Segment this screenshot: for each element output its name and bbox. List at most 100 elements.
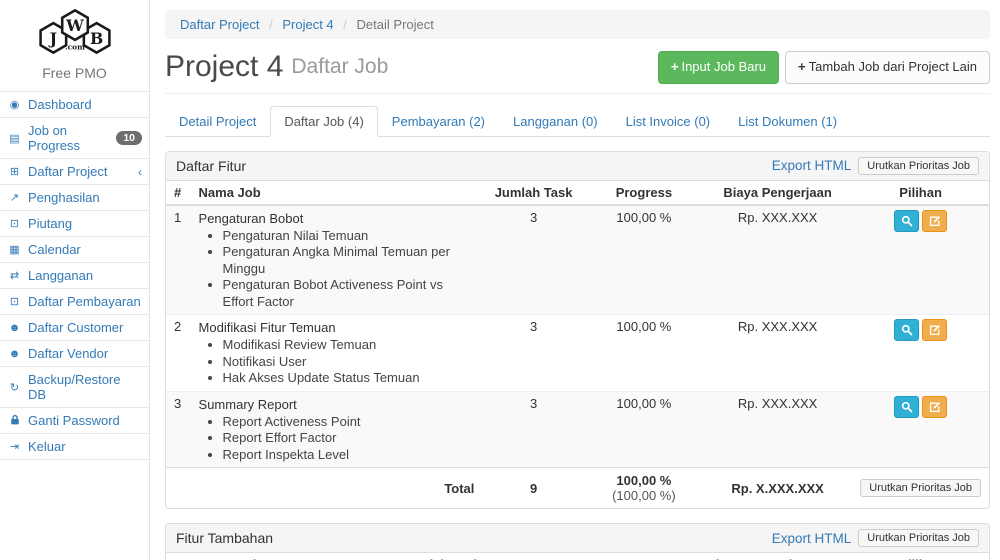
sidebar: W J B .com Free PMO ◉ Dashboard ▤ Job on… [0,0,150,560]
table-row: 1 Pengaturan Bobot Pengaturan Nilai Temu… [166,205,989,315]
users-icon: ☻ [7,348,22,360]
task-count: 3 [482,315,584,392]
subtask-item: Pengaturan Angka Minimal Temuan per Ming… [223,244,475,277]
subtask-list: Pengaturan Nilai Temuan Pengaturan Angka… [223,228,475,311]
job-name: Summary Report [199,396,475,413]
chevron-left-icon: ‹ [138,165,142,179]
view-job-button[interactable] [894,210,919,232]
progress-value: 100,00 % [585,205,703,315]
sidebar-item-dashboard[interactable]: ◉ Dashboard [0,92,149,118]
subtask-list: Modifikasi Review Temuan Notifikasi User… [223,337,475,387]
export-html-link[interactable]: Export HTML [772,531,852,546]
page-subtitle: Daftar Job [291,55,388,79]
edit-job-button[interactable] [922,396,947,418]
total-progress: 100,00 % [616,473,671,488]
panel-heading: Daftar Fitur Export HTML Urutkan Priorit… [166,152,989,181]
daftar-fitur-table: # Nama Job Jumlah Task Progress Biaya Pe… [166,181,989,509]
project-tabs: Detail Project Daftar Job (4) Pembayaran… [165,106,990,137]
svg-text:.com: .com [65,43,85,52]
tab-list-dokumen[interactable]: List Dokumen (1) [724,106,851,137]
page-header: Project 4 Daftar Job +Input Job Baru +Ta… [165,51,990,94]
breadcrumb-daftar-project[interactable]: Daftar Project [180,17,259,32]
main-content: Daftar Project / Project 4 / Detail Proj… [150,0,1000,560]
sidebar-item-label: Daftar Pembayaran [28,294,141,309]
breadcrumb-separator: / [269,17,273,32]
tab-langganan[interactable]: Langganan (0) [499,106,612,137]
svg-text:J: J [47,29,56,48]
urutkan-prioritas-job-button[interactable]: Urutkan Prioritas Job [858,529,979,547]
col-jumlah-task: Jumlah Task [390,553,494,560]
breadcrumb-project-4[interactable]: Project 4 [282,17,333,32]
cost-value: Rp. XXX.XXX [703,315,852,392]
sidebar-item-penghasilan[interactable]: ↗ Penghasilan [0,185,149,211]
sidebar-item-piutang[interactable]: ⊡ Piutang [0,211,149,237]
urutkan-prioritas-job-button[interactable]: Urutkan Prioritas Job [858,157,979,175]
tambah-job-dari-project-lain-button[interactable]: +Tambah Job dari Project Lain [785,51,990,84]
col-biaya-pengerjaan: Biaya Pengerjaan [669,553,852,560]
col-pilihan: Pilihan [852,553,989,560]
tab-pembayaran[interactable]: Pembayaran (2) [378,106,499,137]
sidebar-item-langganan[interactable]: ⇄ Langganan [0,263,149,289]
progress-value: 100,00 % [585,391,703,468]
svg-text:W: W [65,16,84,35]
calendar-icon: ▦ [7,243,22,256]
sidebar-item-label: Calendar [28,242,81,257]
fitur-tambahan-table: # Nama Job Jumlah Task Progress Biaya Pe… [166,553,989,560]
col-nama-job: Nama Job [191,181,483,205]
sidebar-item-job-on-progress[interactable]: ▤ Job on Progress 10 [0,118,149,159]
col-nama-job: Nama Job [191,553,390,560]
urutkan-prioritas-job-button[interactable]: Urutkan Prioritas Job [860,479,981,497]
sidebar-menu: ◉ Dashboard ▤ Job on Progress 10 ⊞ Dafta… [0,91,149,460]
sidebar-item-daftar-pembayaran[interactable]: ⊡ Daftar Pembayaran [0,289,149,315]
refresh-icon: ↻ [7,381,22,394]
app-logo[interactable]: W J B .com [0,0,149,61]
tab-list-invoice[interactable]: List Invoice (0) [612,106,725,137]
tab-daftar-job[interactable]: Daftar Job (4) [270,106,377,137]
export-html-link[interactable]: Export HTML [772,158,852,173]
sidebar-item-ganti-password[interactable]: Ganti Password [0,408,149,434]
sidebar-item-label: Penghasilan [28,190,100,205]
sidebar-item-backup-restore-db[interactable]: ↻ Backup/Restore DB [0,367,149,408]
edit-icon [929,401,941,413]
table-row: 2 Modifikasi Fitur Temuan Modifikasi Rev… [166,315,989,392]
panel-heading: Fitur Tambahan Export HTML Urutkan Prior… [166,524,989,553]
panel-fitur-tambahan: Fitur Tambahan Export HTML Urutkan Prior… [165,523,990,560]
sidebar-item-keluar[interactable]: ⇥ Keluar [0,434,149,460]
edit-job-button[interactable] [922,210,947,232]
col-number: # [166,181,191,205]
col-progress: Progress [494,553,669,560]
sidebar-item-daftar-vendor[interactable]: ☻ Daftar Vendor [0,341,149,367]
total-progress-overall: (100,00 %) [612,488,676,503]
subtask-item: Report Effort Factor [223,430,475,447]
brand-name: Free PMO [0,65,149,81]
sidebar-item-label: Job on Progress [28,123,110,153]
task-count: 3 [482,205,584,315]
view-job-button[interactable] [894,319,919,341]
col-jumlah-task: Jumlah Task [482,181,584,205]
sidebar-item-daftar-project[interactable]: ⊞ Daftar Project ‹ [0,159,149,185]
table-total-row: Total 9 100,00 % (100,00 %) Rp. X.XXX.XX… [166,468,989,509]
sidebar-item-daftar-customer[interactable]: ☻ Daftar Customer [0,315,149,341]
breadcrumb: Daftar Project / Project 4 / Detail Proj… [165,10,990,39]
breadcrumb-current: Detail Project [357,17,434,32]
subtask-item: Hak Akses Update Status Temuan [223,370,475,387]
tab-detail-project[interactable]: Detail Project [165,106,270,137]
job-name: Modifikasi Fitur Temuan [199,319,475,336]
table-row: 3 Summary Report Report Activeness Point… [166,391,989,468]
sign-out-icon: ⇥ [7,440,22,453]
money-icon: ⊡ [7,217,22,230]
sidebar-item-calendar[interactable]: ▦ Calendar [0,237,149,263]
progress-value: 100,00 % [585,315,703,392]
page-title: Project 4 [165,52,283,82]
sidebar-item-label: Backup/Restore DB [28,372,142,402]
edit-job-button[interactable] [922,319,947,341]
total-task-count: 9 [482,468,584,509]
repeat-icon: ⇄ [7,269,22,282]
money-icon: ⊡ [7,295,22,308]
table-header-row: # Nama Job Jumlah Task Progress Biaya Pe… [166,553,989,560]
input-job-baru-button[interactable]: +Input Job Baru [658,51,779,84]
sidebar-item-label: Daftar Customer [28,320,123,335]
view-job-button[interactable] [894,396,919,418]
subtask-item: Notifikasi User [223,354,475,371]
users-icon: ☻ [7,322,22,334]
